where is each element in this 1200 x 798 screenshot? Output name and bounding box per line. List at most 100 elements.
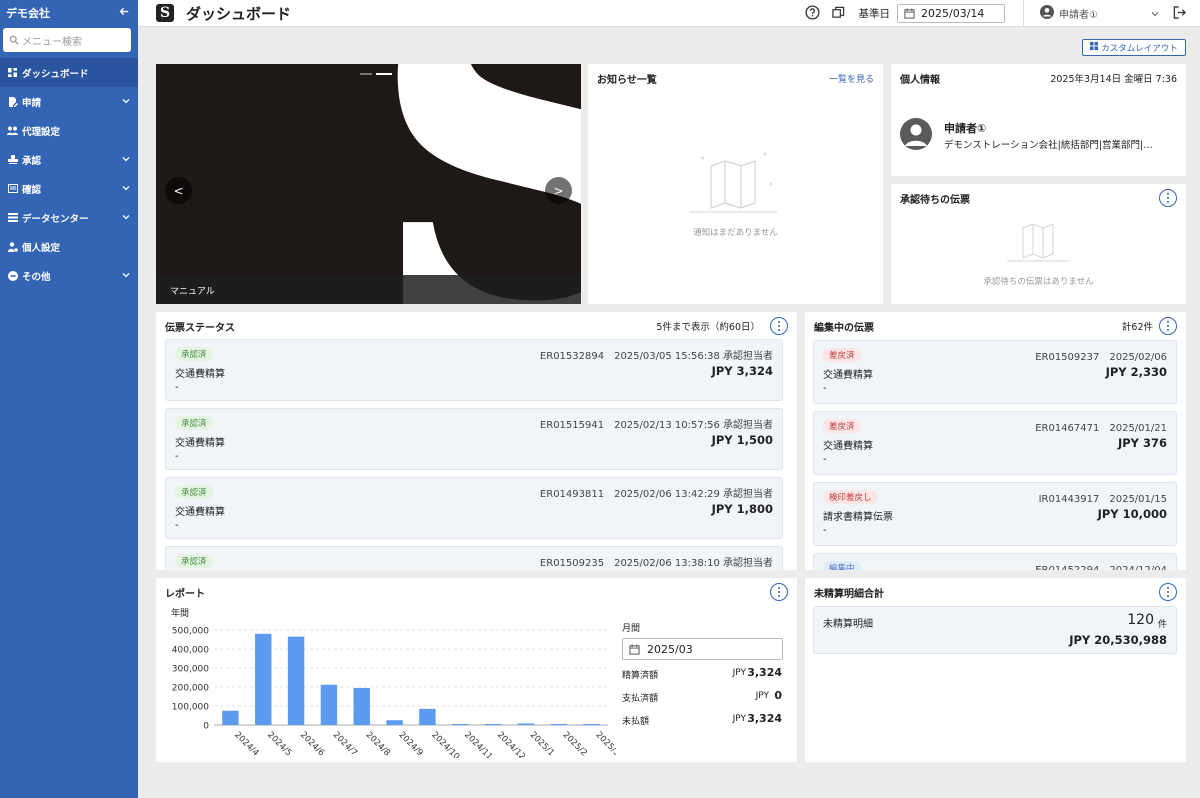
slip-meta: ER01452294 2024/12/04 [1035,561,1167,570]
unsettled-count: 120 [1127,612,1154,628]
user-icon [905,124,927,146]
report-row-label: 未払額 [622,717,650,727]
user-menu-chevron-icon[interactable] [1151,7,1159,20]
unsettled-box[interactable]: 未精算明細 件 120 JPY 20,530,988 [813,606,1177,654]
y-tick-label: 200,000 [172,684,209,694]
x-tick-label: 2024/11 [462,730,494,758]
report-row-value: 3,324 [747,666,782,679]
month-input[interactable]: 2025/03 [622,638,783,660]
bar [353,687,370,725]
banner-caption[interactable]: マニュアル [170,287,215,297]
chevron-down-icon [122,183,130,194]
empty-map-icon [689,152,777,213]
sidebar-item-dashboard[interactable]: ダッシュボード [0,58,138,87]
slip-card[interactable]: 承認済 ER01532894 2025/03/05 15:56:38 承認担当者… [165,339,783,401]
status-badge: 検印差戻し [823,490,878,504]
user-name[interactable]: 申請者① [1059,6,1151,21]
report-row-currency: JPY [755,691,769,701]
divider [1023,0,1024,27]
sidebar-item-label: 承認 [22,155,42,167]
slip-card[interactable]: 編集中 ER01452294 2024/12/04 [813,553,1177,570]
slip-status-title: 伝票ステータス [165,323,235,334]
profile-avatar [900,118,932,150]
carousel-indicator-active[interactable] [376,73,392,75]
sidebar-item-others[interactable]: その他 [0,261,138,290]
collapse-sidebar-icon[interactable] [119,6,130,20]
carousel-next-button[interactable]: > [545,177,572,204]
x-tick-label: 2024/7 [331,730,359,758]
bar [550,724,567,725]
chevron-right-icon: > [553,183,564,198]
editing-slips-more-icon[interactable] [1159,317,1177,335]
list-icon [7,212,18,223]
more-icon [7,270,18,281]
slip-note: - [175,520,179,531]
chevron-down-icon [122,270,130,281]
slip-card[interactable]: 承認済 ER01509235 2025/02/06 13:38:10 承認担当者 [165,546,783,570]
report-row-label: 精算済額 [622,671,659,681]
calendar-icon [629,643,640,655]
slip-name: 交通費精算 [823,370,873,381]
y-tick-label: 400,000 [172,646,209,656]
custom-layout-button[interactable]: カスタムレイアウト [1082,39,1186,56]
x-tick-label: 2024/10 [429,730,461,758]
copy-window-icon[interactable] [831,6,845,22]
slip-card[interactable]: 検印差戻し IR01443917 2025/01/15 請求書精算伝票 JPY … [813,482,1177,546]
help-icon[interactable] [804,4,820,23]
unsettled-count-unit: 件 [1157,620,1167,630]
status-badge: 編集中 [823,561,861,570]
y-tick-label: 100,000 [172,703,209,713]
unsettled-card: 未精算明細合計 未精算明細 件 120 JPY 20,530,988 [805,578,1186,762]
approvals-empty-text: 承認待ちの伝票はありません [983,277,1094,287]
slip-note: - [823,454,827,465]
menu-search-placeholder: メニュー検索 [22,36,82,48]
users-icon [7,125,18,136]
sidebar-item-personal-settings[interactable]: 個人設定 [0,232,138,261]
dashboard-icon [7,67,18,78]
slip-note: - [175,382,179,393]
chevron-down-icon [122,154,130,165]
banner-caption-bar: マニュアル [156,275,581,304]
custom-layout-label: カスタムレイアウト [1101,43,1178,54]
slip-card[interactable]: 承認済 ER01515941 2025/02/13 10:57:56 承認担当者… [165,408,783,470]
report-more-icon[interactable] [770,583,788,601]
y-tick-label: 300,000 [172,665,209,675]
sidebar-item-label: 個人設定 [22,242,61,254]
slip-card[interactable]: 差戻済 ER01467471 2025/01/21 交通費精算 JPY 376 … [813,411,1177,475]
view-all-link[interactable]: 一覧を見る [829,72,874,85]
approvals-more-icon[interactable] [1159,189,1177,207]
carousel-prev-button[interactable]: < [165,177,192,204]
sidebar-item-label: ダッシュボード [22,68,89,80]
approvals-card: 承認待ちの伝票 承認待ちの伝票はありません [891,184,1186,304]
status-badge: 承認済 [175,347,213,361]
sidebar-header: デモ会社 [0,0,138,26]
report-row-currency: JPY [732,714,746,724]
sidebar-item-proxy-settings[interactable]: 代理設定 [0,116,138,145]
report-title: レポート [165,589,205,600]
slip-amount: JPY 3,324 [711,364,773,378]
slip-card[interactable]: 差戻済 ER01509237 2025/02/06 交通費精算 JPY 2,33… [813,340,1177,404]
app-logo: S [156,4,174,22]
slip-meta: ER01509235 2025/02/06 13:38:10 承認担当者 [539,558,773,569]
slip-note: - [823,525,827,536]
slip-meta: ER01515941 2025/02/13 10:57:56 承認担当者 [539,420,773,431]
month-value: 2025/03 [647,642,693,656]
profile-title: 個人情報 [900,75,940,86]
unsettled-amount: JPY 20,530,988 [1069,633,1167,647]
slip-card[interactable]: 承認済 ER01493811 2025/02/06 13:42:29 承認担当者… [165,477,783,539]
slip-status-subtitle: 5件まで表示（約60日） [656,322,760,333]
sidebar-item-data-center[interactable]: データセンター [0,203,138,232]
sidebar-item-application[interactable]: 申請 [0,87,138,116]
bar [517,723,535,725]
sidebar-item-approval[interactable]: 承認 [0,145,138,174]
bar [452,724,469,725]
menu-search-input[interactable]: メニュー検索 [3,28,131,52]
slip-status-more-icon[interactable] [770,317,788,335]
logout-icon[interactable] [1173,5,1186,22]
status-badge: 差戻済 [823,419,861,433]
sidebar-item-confirmation[interactable]: 確認 [0,174,138,203]
carousel-indicator[interactable] [360,73,372,75]
unsettled-more-icon[interactable] [1159,583,1177,601]
grid-icon [1090,42,1099,53]
base-date-input[interactable]: 2025/03/14 [897,4,1005,23]
